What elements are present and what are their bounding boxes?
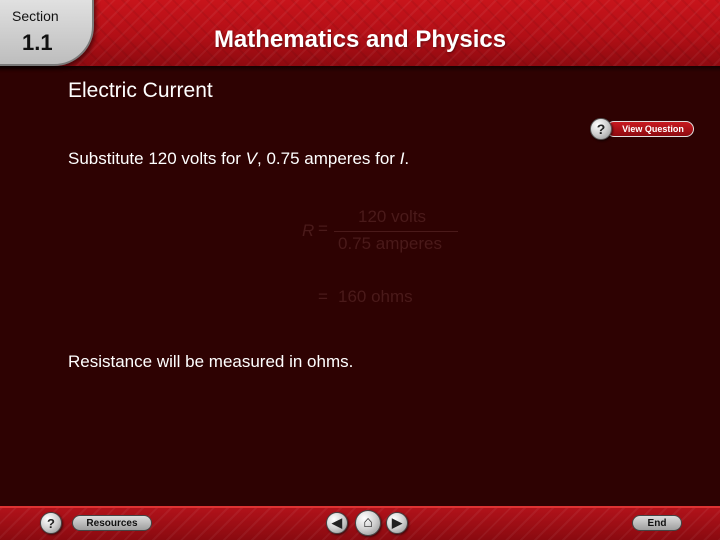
next-icon[interactable]: ▶ (386, 512, 408, 534)
previous-icon[interactable]: ◀ (326, 512, 348, 534)
header-bar: Mathematics and Physics (0, 0, 720, 66)
instruction-text: Substitute 120 volts for V, 0.75 amperes… (68, 149, 409, 169)
instruction-var-v: V (245, 149, 257, 168)
section-label: Section (12, 8, 59, 24)
slide: Mathematics and Physics Section 1.1 Elec… (0, 0, 720, 540)
equation-equals: = (318, 219, 328, 238)
view-question-label[interactable]: View Question (606, 121, 694, 137)
fraction-bar (334, 231, 458, 232)
topic-heading: Electric Current (68, 79, 213, 102)
instruction-part: Substitute 120 volts for (68, 149, 246, 168)
help-icon[interactable]: ? (40, 512, 62, 534)
instruction-part: , 0.75 amperes for (257, 149, 400, 168)
header-shadow (0, 66, 720, 72)
help-icon[interactable]: ? (590, 118, 612, 140)
view-question-button[interactable]: ? View Question (590, 117, 696, 141)
equation-numerator: 120 volts (358, 207, 427, 226)
equation-equals-2: = (318, 287, 328, 306)
resources-button[interactable]: Resources (72, 515, 152, 531)
home-icon[interactable]: ⌂ (355, 510, 381, 536)
equation-denominator: 0.75 amperes (338, 234, 442, 253)
end-button[interactable]: End (632, 515, 682, 531)
instruction-part: . (404, 149, 410, 168)
section-number: 1.1 (22, 30, 53, 55)
equation-result: 160 ohms (338, 287, 413, 306)
slide-title: Mathematics and Physics (213, 26, 507, 53)
closing-text: Resistance will be measured in ohms. (68, 352, 354, 371)
equation-lhs: R (302, 221, 315, 240)
